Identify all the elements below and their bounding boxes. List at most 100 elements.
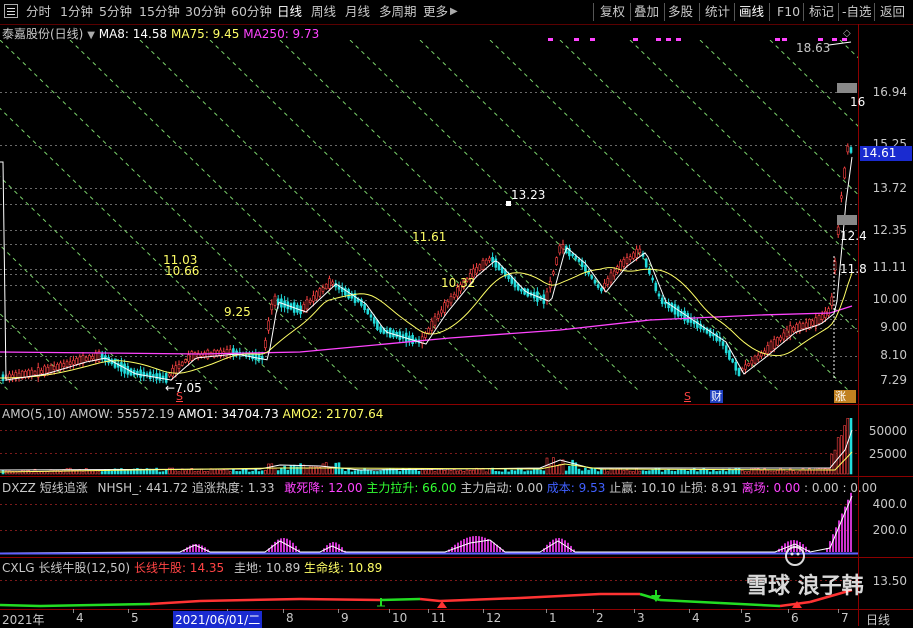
- volume-bar: [340, 467, 344, 475]
- volume-bar: [708, 471, 712, 475]
- volume-bar: [267, 463, 270, 475]
- candle-body: [747, 363, 750, 366]
- heat-bar: [198, 544, 200, 552]
- cxlg-panel-header: CXLG 长线牛股(12,50) 长线牛股: 14.35 圭地: 10.89 生…: [2, 559, 382, 576]
- candle-body: [171, 368, 174, 377]
- candle-body: [555, 257, 558, 265]
- stock-title[interactable]: 泰嘉股份(日线): [2, 27, 83, 41]
- x-axis-label: 9: [341, 611, 349, 625]
- watermark-text: 雪球 浪子韩: [746, 574, 864, 599]
- volume-bar: [785, 471, 789, 475]
- volume-bar: [580, 470, 584, 475]
- stop-loss-label: 止损: 8.91: [679, 481, 738, 495]
- volume-bar: [699, 469, 702, 475]
- volume-bar: [472, 469, 475, 475]
- candle-body: [750, 359, 754, 365]
- volume-bar: [280, 467, 283, 475]
- candle-body: [49, 365, 53, 373]
- amo-tick: 25000: [868, 447, 907, 461]
- life-label: 生命线: 10.89: [304, 561, 383, 575]
- candle-body: [369, 314, 373, 318]
- volume-bar: [769, 470, 773, 475]
- volume-bar: [328, 468, 331, 475]
- heat-bar: [558, 538, 560, 552]
- volume-bar: [731, 469, 734, 475]
- candle-body: [785, 329, 789, 337]
- volume-bar: [100, 471, 104, 475]
- volume-bar: [452, 469, 456, 475]
- limit-up-badge[interactable]: 涨: [834, 390, 856, 403]
- candle-body: [184, 359, 187, 363]
- volume-bar: [705, 469, 709, 475]
- signal-badge-s[interactable]: S: [175, 390, 184, 403]
- candle-body: [433, 316, 437, 326]
- candle-body: [46, 366, 50, 373]
- volume-bar: [350, 471, 354, 475]
- candle-body: [846, 145, 850, 153]
- price-tick: 7.29: [880, 373, 907, 387]
- heat-bar: [280, 538, 282, 552]
- amo-title[interactable]: AMO(5,10): [2, 407, 66, 421]
- extra-values: : 0.00 : 0.00: [804, 481, 878, 495]
- volume-bar: [590, 467, 594, 475]
- signal-badge-s[interactable]: S: [683, 390, 692, 403]
- amo1-label: AMO1: 34704.73: [178, 407, 279, 421]
- volume-bar: [648, 470, 651, 475]
- volume-bar: [612, 468, 616, 475]
- x-axis-label: 4: [692, 611, 700, 625]
- high-price-label: 18.63: [796, 41, 831, 55]
- candle-body: [302, 304, 306, 311]
- volume-bar: [542, 470, 546, 475]
- candle-body: [603, 282, 606, 289]
- price-tick: 13.72: [872, 181, 907, 195]
- main-start-label: 主力启动: 0.00: [460, 481, 543, 495]
- cxlg-segment: [299, 597, 381, 602]
- cxlg-segment: [379, 597, 421, 602]
- volume-bar: [667, 469, 670, 475]
- cxlg-title[interactable]: CXLG 长线牛股(12,50): [2, 561, 130, 575]
- heat-bar: [487, 539, 489, 552]
- volume-bar: [680, 469, 683, 475]
- volume-bar: [260, 470, 264, 475]
- volume-bar: [740, 469, 744, 475]
- volume-bar: [744, 471, 747, 475]
- volume-bar: [222, 469, 226, 475]
- candle-body: [824, 310, 827, 319]
- volume-bar: [513, 470, 517, 475]
- volume-bar: [347, 468, 350, 475]
- volume-bar: [494, 470, 498, 475]
- candle-body: [600, 287, 603, 292]
- volume-bar: [184, 470, 187, 475]
- candle-body: [632, 252, 635, 259]
- volume-bar: [846, 418, 850, 475]
- volume-bar: [273, 467, 277, 475]
- candle-body: [190, 351, 194, 361]
- volume-bar: [40, 471, 43, 475]
- volume-bar: [334, 462, 338, 475]
- volume-bar: [174, 470, 178, 475]
- volume-bar: [436, 468, 440, 475]
- collapse-chevron-icon[interactable]: ▼: [87, 30, 95, 41]
- volume-bar: [484, 471, 488, 475]
- volume-bar: [443, 470, 446, 475]
- heat-bar: [561, 538, 563, 552]
- volume-bar: [539, 469, 542, 475]
- volume-bar: [244, 469, 248, 475]
- candle-body: [744, 364, 747, 370]
- period-indicator[interactable]: 日线: [866, 611, 890, 628]
- volume-bar: [257, 471, 261, 475]
- candle-body: [478, 264, 482, 271]
- volume-bar: [161, 471, 165, 475]
- candle-body: [763, 350, 766, 354]
- volume-bar: [372, 471, 376, 475]
- volume-bar: [804, 469, 808, 475]
- candle-body: [625, 257, 629, 264]
- volume-bar: [564, 470, 568, 475]
- dxzz-title[interactable]: DXZZ 短线追涨: [2, 481, 88, 495]
- volume-bar: [488, 468, 491, 475]
- candle-body: [766, 345, 770, 354]
- finance-badge[interactable]: 财: [710, 390, 723, 403]
- volume-bar: [587, 469, 590, 475]
- kline-chart[interactable]: ◇: [0, 0, 913, 626]
- candle-body: [62, 363, 66, 368]
